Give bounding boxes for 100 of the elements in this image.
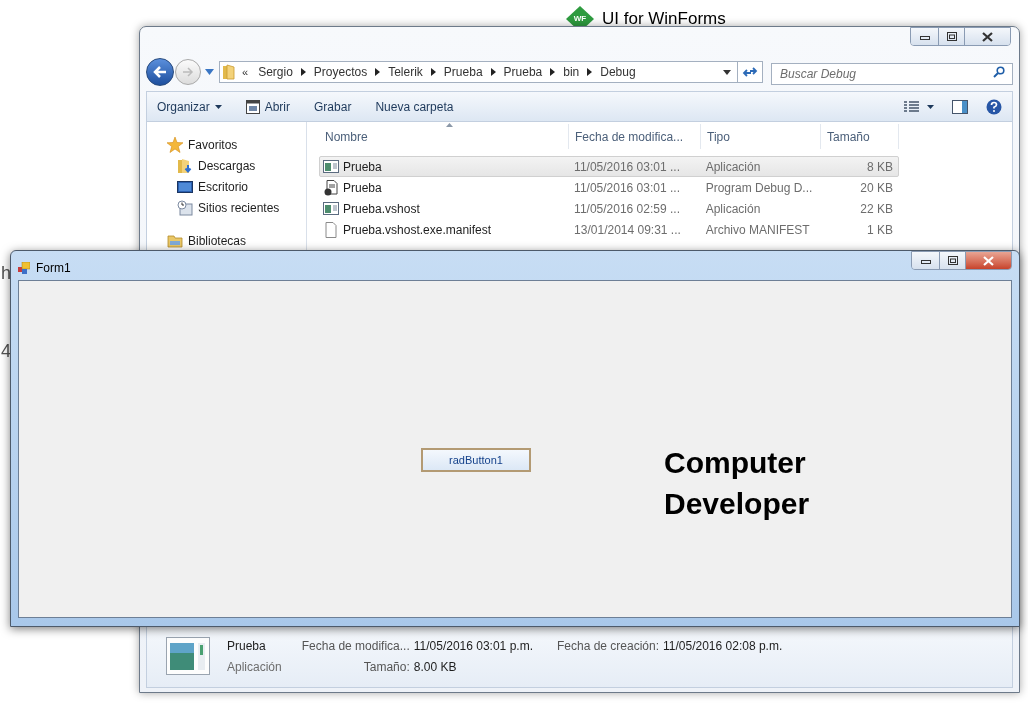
minimize-button[interactable] <box>912 252 940 269</box>
back-arrow-icon <box>153 66 167 78</box>
file-size: 22 KB <box>859 200 894 218</box>
minimize-button[interactable] <box>911 28 939 45</box>
file-date: 13/01/2014 09:31 ... <box>573 221 682 239</box>
maximize-icon <box>946 32 957 41</box>
preview-pane-button[interactable] <box>952 99 968 114</box>
search-icon <box>993 66 1005 78</box>
view-options-button[interactable] <box>904 100 934 113</box>
navigation-item[interactable]: Favoritos <box>167 134 306 155</box>
chevron-right-icon <box>430 68 436 76</box>
navigation-item[interactable]: Bibliotecas <box>167 230 306 251</box>
application-thumbnail-icon <box>166 637 210 675</box>
maximize-button[interactable] <box>940 252 966 269</box>
file-row[interactable]: Prueba 11/05/2016 03:01 ... Aplicación 8 KB <box>319 156 899 177</box>
toolbar-button[interactable]: Organizar <box>157 97 222 116</box>
close-icon <box>983 255 994 266</box>
caret-icon <box>205 69 214 75</box>
file-size: 8 KB <box>866 158 894 176</box>
window-title: Form1 <box>36 260 71 277</box>
caret-icon <box>214 104 222 109</box>
caret-icon <box>722 69 731 75</box>
banner-title: UI for WinForms <box>602 8 726 31</box>
chevron-right-icon <box>587 68 593 76</box>
breadcrumb-item[interactable]: bin <box>560 63 583 81</box>
chevron-right-icon <box>550 68 556 76</box>
overflow-chevron[interactable]: « <box>242 63 249 81</box>
file-date: 11/05/2016 03:01 ... <box>573 179 681 197</box>
blank-file-icon <box>323 221 339 238</box>
breadcrumb-item[interactable]: Prueba <box>500 63 546 81</box>
column-header[interactable]: Tamaño <box>821 124 899 149</box>
file-row[interactable]: Prueba.vshost 11/05/2016 02:59 ... Aplicación 22 KB <box>319 198 899 219</box>
close-button[interactable] <box>965 28 1010 45</box>
file-type: Program Debug D... <box>704 179 814 197</box>
address-bar[interactable]: « Sergio Proyectos Telerik Prueba Prueba bin Debug <box>219 61 763 83</box>
detail-value: 8.00 KB <box>413 658 458 676</box>
background-text: h <box>1 262 11 285</box>
folder-icon <box>222 64 236 80</box>
file-type: Aplicación <box>704 158 762 176</box>
background-text: 4 <box>1 340 11 363</box>
application-icon <box>323 200 339 217</box>
detail-file-name: Prueba <box>227 637 267 655</box>
window-icon <box>245 99 260 114</box>
minimize-icon <box>920 257 931 264</box>
help-button[interactable] <box>986 98 1002 115</box>
folder-icon <box>167 232 183 249</box>
detail-value: 11/05/2016 03:01 p.m. <box>413 637 533 655</box>
file-date: 11/05/2016 03:01 ... <box>573 158 681 176</box>
toolbar-button[interactable]: Nueva carpeta <box>375 97 454 116</box>
back-button[interactable] <box>146 58 174 86</box>
forward-arrow-icon <box>182 67 194 77</box>
file-row[interactable]: Prueba.vshost.exe.manifest 13/01/2014 09:31 ... Archivo MANIFEST 1 KB <box>319 219 899 240</box>
details-view-icon <box>904 100 919 113</box>
chevron-right-icon <box>375 68 381 76</box>
maximize-button[interactable] <box>939 28 965 45</box>
column-header[interactable]: Fecha de modifica... <box>569 124 701 149</box>
chevron-right-icon <box>490 68 496 76</box>
application-icon <box>323 158 339 175</box>
search-field[interactable]: Buscar Debug <box>771 63 1013 85</box>
detail-value: 11/05/2016 02:08 p.m. <box>663 637 783 655</box>
breadcrumb-item[interactable]: Proyectos <box>310 63 371 81</box>
help-icon <box>986 98 1002 115</box>
column-header[interactable]: Tipo <box>701 124 821 149</box>
file-name: Prueba <box>343 158 382 176</box>
file-name: Prueba.vshost.exe.manifest <box>343 221 492 239</box>
breadcrumb-item[interactable]: Prueba <box>440 63 486 81</box>
logo-text: WF <box>573 13 587 25</box>
file-type: Archivo MANIFEST <box>704 221 811 239</box>
history-dropdown[interactable] <box>205 67 215 77</box>
form-icon <box>18 262 30 274</box>
toolbar-button[interactable]: Grabar <box>314 97 352 116</box>
file-name: Prueba <box>343 179 382 197</box>
file-row[interactable]: Prueba 11/05/2016 03:01 ... Program Debug D... 20 KB <box>319 177 899 198</box>
navigation-item[interactable]: Descargas <box>167 155 306 176</box>
refresh-icon <box>742 66 758 78</box>
detail-label: Tamaño: <box>362 658 410 676</box>
monitor-icon <box>177 178 193 195</box>
pane-icon <box>952 99 968 114</box>
caret-icon <box>927 104 934 109</box>
file-type: Aplicación <box>704 200 762 218</box>
breadcrumb-item[interactable]: Sergio <box>255 63 296 81</box>
breadcrumb-item[interactable]: Telerik <box>385 63 426 81</box>
detail-label: Fecha de modifica... <box>301 637 410 655</box>
close-icon <box>982 31 993 42</box>
file-size: 1 KB <box>866 221 894 239</box>
detail-label: Fecha de creación: <box>555 637 660 655</box>
rad-button[interactable]: radButton1 <box>421 448 531 472</box>
file-date: 11/05/2016 02:59 ... <box>573 200 681 218</box>
folder-icon <box>177 157 193 174</box>
chevron-right-icon <box>300 68 306 76</box>
navigation-item[interactable]: Escritorio <box>167 176 306 197</box>
toolbar-button[interactable]: Abrir <box>245 97 291 116</box>
star-icon <box>167 136 183 153</box>
clock-icon <box>177 199 193 216</box>
file-size: 20 KB <box>859 179 894 197</box>
sort-arrow-icon <box>446 123 453 127</box>
navigation-item[interactable]: Sitios recientes <box>167 197 306 218</box>
file-name: Prueba.vshost <box>343 200 420 218</box>
breadcrumb-item[interactable]: Debug <box>597 63 639 81</box>
minimize-icon <box>919 33 930 40</box>
